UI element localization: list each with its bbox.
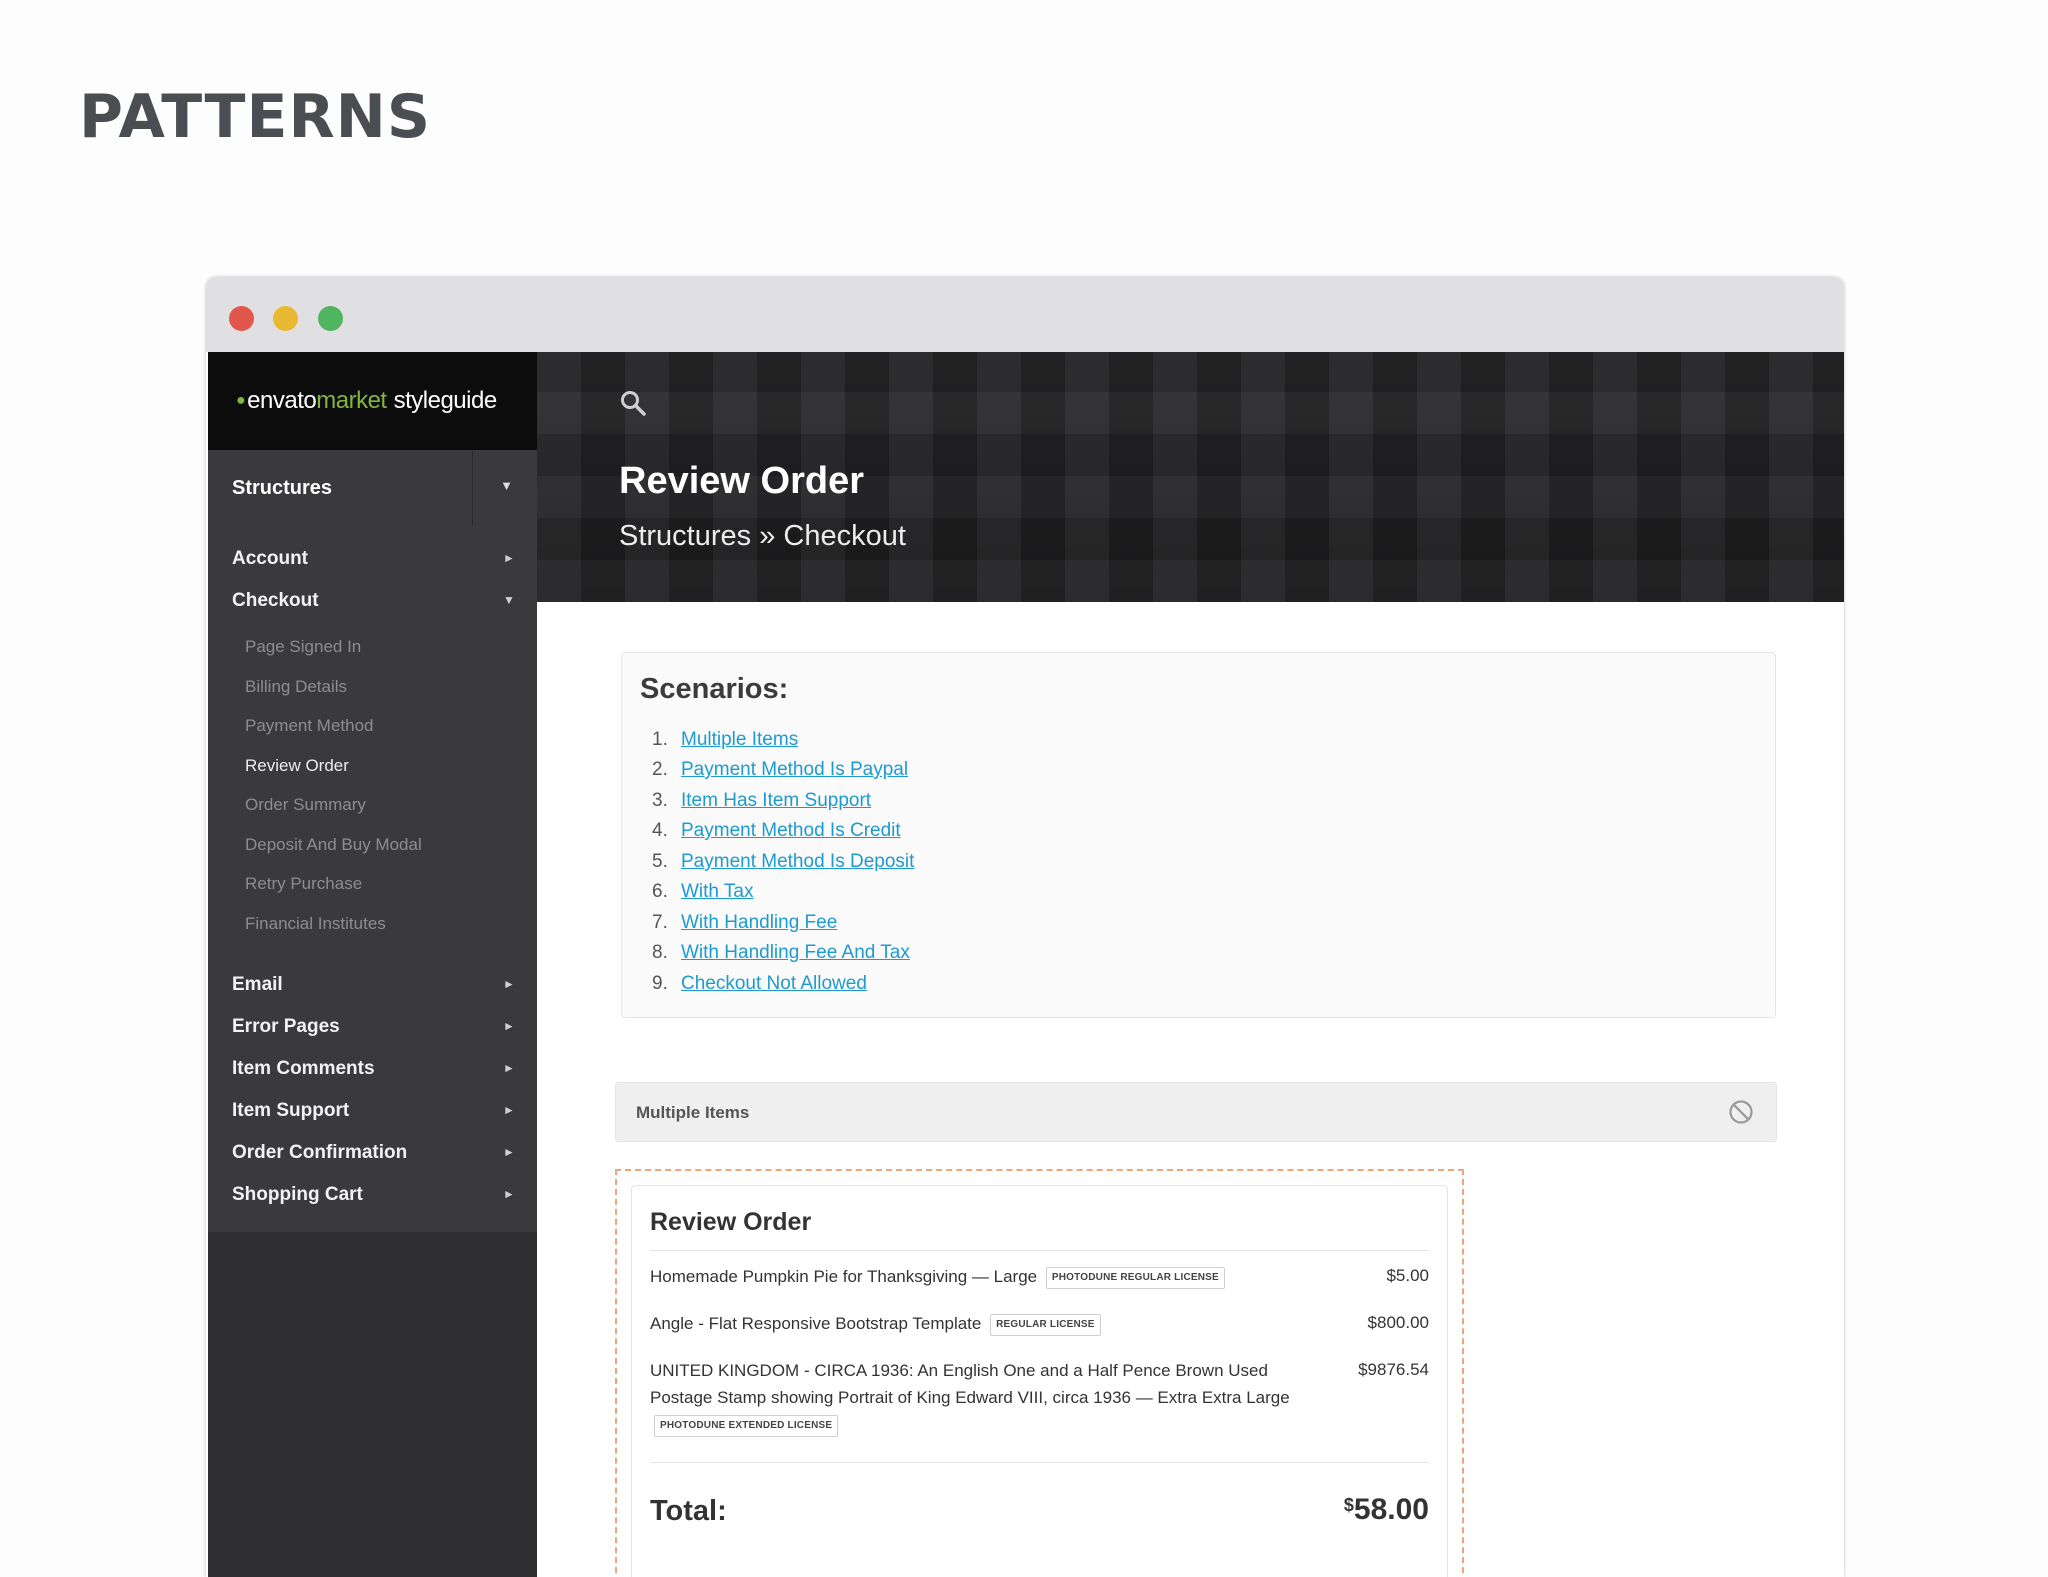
scenario-link-item-support[interactable]: Item Has Item Support bbox=[681, 790, 871, 811]
window-titlebar bbox=[206, 277, 1844, 352]
item-name: Angle - Flat Responsive Bootstrap Templa… bbox=[650, 1314, 982, 1333]
chevron-right-icon: ► bbox=[503, 977, 515, 991]
section-label: Structures bbox=[232, 477, 333, 499]
item-name: UNITED KINGDOM - CIRCA 1936: An English … bbox=[650, 1361, 1290, 1407]
order-line-item: UNITED KINGDOM - CIRCA 1936: An English … bbox=[650, 1357, 1300, 1438]
scenario-number: 4. bbox=[652, 820, 668, 841]
sidebar-item-account[interactable]: Account bbox=[232, 548, 308, 570]
order-line-item: Angle - Flat Responsive Bootstrap Templa… bbox=[650, 1310, 1300, 1337]
breadcrumb: Structures » Checkout bbox=[619, 520, 906, 552]
chevron-right-icon: ► bbox=[503, 1061, 515, 1075]
sidebar-subitem-deposit-and-buy-modal[interactable]: Deposit And Buy Modal bbox=[245, 835, 422, 855]
sidebar: ● envato market styleguide Structures ▼ … bbox=[208, 352, 537, 1577]
chevron-right-icon: ► bbox=[503, 1103, 515, 1117]
example-preview-frame: Review Order Homemade Pumpkin Pie for Th… bbox=[615, 1169, 1464, 1577]
scenario-link-payment-deposit[interactable]: Payment Method Is Deposit bbox=[681, 851, 914, 872]
scenario-number: 7. bbox=[652, 912, 668, 933]
scenario-link-payment-credit[interactable]: Payment Method Is Credit bbox=[681, 820, 901, 841]
total-value: 58.00 bbox=[1353, 1493, 1429, 1526]
chevron-down-icon: ▼ bbox=[503, 593, 515, 607]
scenario-item: 8. With Handling Fee And Tax bbox=[652, 942, 910, 964]
item-price: $800.00 bbox=[1367, 1313, 1429, 1332]
total-label: Total: bbox=[650, 1495, 727, 1527]
sidebar-item-shopping-cart[interactable]: Shopping Cart bbox=[232, 1184, 363, 1206]
sidebar-item-item-support[interactable]: Item Support bbox=[232, 1100, 349, 1122]
license-badge: PHOTODUNE REGULAR LICENSE bbox=[1045, 1266, 1225, 1289]
scenario-number: 6. bbox=[652, 881, 668, 902]
brand-styleguide: styleguide bbox=[393, 387, 498, 414]
example-header[interactable]: Multiple Items bbox=[615, 1082, 1777, 1142]
sidebar-subitem-review-order[interactable]: Review Order bbox=[245, 756, 349, 776]
scenarios-panel: Scenarios: 1. Multiple Items 2. Payment Me… bbox=[621, 652, 1776, 1018]
scenario-item: 6. With Tax bbox=[652, 881, 754, 903]
scenario-number: 3. bbox=[652, 790, 668, 811]
license-badge: REGULAR LICENSE bbox=[990, 1313, 1101, 1336]
chevron-right-icon: ► bbox=[503, 1145, 515, 1159]
search-icon[interactable] bbox=[619, 389, 647, 417]
license-badge: PHOTODUNE EXTENDED LICENSE bbox=[654, 1414, 839, 1437]
scenario-item: 3. Item Has Item Support bbox=[652, 790, 871, 812]
item-name: Homemade Pumpkin Pie for Thanksgiving — … bbox=[650, 1267, 1038, 1286]
total-currency: $ bbox=[1343, 1495, 1354, 1515]
chevron-right-icon: ► bbox=[503, 551, 515, 565]
sidebar-item-item-comments[interactable]: Item Comments bbox=[232, 1058, 375, 1080]
leaf-icon: ● bbox=[236, 392, 246, 409]
section-divider bbox=[472, 450, 473, 526]
sidebar-subitem-payment-method[interactable]: Payment Method bbox=[245, 716, 374, 736]
scenario-link-payment-paypal[interactable]: Payment Method Is Paypal bbox=[681, 759, 908, 780]
sidebar-footer-area bbox=[208, 1232, 537, 1577]
scenario-link-checkout-not-allowed[interactable]: Checkout Not Allowed bbox=[681, 973, 867, 994]
scenario-number: 5. bbox=[652, 851, 668, 872]
scenario-number: 1. bbox=[652, 729, 668, 750]
sidebar-item-error-pages[interactable]: Error Pages bbox=[232, 1016, 340, 1038]
browser-window: ● envato market styleguide Structures ▼ … bbox=[206, 277, 1844, 1577]
scenario-item: 7. With Handling Fee bbox=[652, 912, 837, 934]
sidebar-item-email[interactable]: Email bbox=[232, 974, 283, 996]
sidebar-item-checkout[interactable]: Checkout bbox=[232, 590, 319, 612]
sidebar-subitem-page-signed-in[interactable]: Page Signed In bbox=[245, 637, 361, 657]
brand-market: market bbox=[316, 387, 387, 414]
section-dropdown[interactable]: Structures ▼ bbox=[208, 450, 537, 527]
sidebar-subitem-order-summary[interactable]: Order Summary bbox=[245, 795, 366, 815]
item-price: $9876.54 bbox=[1358, 1360, 1429, 1379]
close-window-button[interactable] bbox=[229, 306, 254, 331]
slide-title: PATTERNS bbox=[79, 82, 432, 152]
divider bbox=[650, 1462, 1429, 1463]
scenario-number: 8. bbox=[652, 942, 668, 963]
scenario-item: 9. Checkout Not Allowed bbox=[652, 973, 867, 995]
chevron-right-icon: ► bbox=[503, 1019, 515, 1033]
scenario-link-multiple-items[interactable]: Multiple Items bbox=[681, 729, 798, 750]
scenario-item: 1. Multiple Items bbox=[652, 729, 798, 751]
ban-icon[interactable] bbox=[1728, 1099, 1754, 1125]
scenario-number: 9. bbox=[652, 973, 668, 994]
review-order-title: Review Order bbox=[650, 1208, 812, 1236]
page-title: Review Order bbox=[619, 460, 864, 502]
divider bbox=[650, 1250, 1429, 1251]
scenarios-heading: Scenarios: bbox=[640, 673, 789, 705]
brand-logo[interactable]: ● envato market styleguide bbox=[208, 352, 537, 450]
order-line-item: Homemade Pumpkin Pie for Thanksgiving — … bbox=[650, 1263, 1300, 1290]
sidebar-item-order-confirmation[interactable]: Order Confirmation bbox=[232, 1142, 407, 1164]
main-content: Scenarios: 1. Multiple Items 2. Payment Me… bbox=[537, 602, 1844, 1577]
maximize-window-button[interactable] bbox=[318, 306, 343, 331]
chevron-down-icon: ▼ bbox=[500, 478, 513, 493]
scenario-link-handling-fee[interactable]: With Handling Fee bbox=[681, 912, 837, 933]
page-header: Review Order Structures » Checkout bbox=[537, 352, 1844, 602]
sidebar-subitem-financial-institutes[interactable]: Financial Institutes bbox=[245, 914, 386, 934]
minimize-window-button[interactable] bbox=[273, 306, 298, 331]
total-amount: $58.00 bbox=[1344, 1493, 1429, 1527]
scenario-item: 4. Payment Method Is Credit bbox=[652, 820, 901, 842]
scenario-link-with-tax[interactable]: With Tax bbox=[681, 881, 754, 902]
brand-envato: envato bbox=[247, 387, 317, 414]
item-price: $5.00 bbox=[1386, 1266, 1429, 1285]
review-order-card: Review Order Homemade Pumpkin Pie for Th… bbox=[631, 1185, 1448, 1577]
scenario-item: 2. Payment Method Is Paypal bbox=[652, 759, 908, 781]
sidebar-subitem-billing-details[interactable]: Billing Details bbox=[245, 677, 347, 697]
scenario-link-handling-fee-and-tax[interactable]: With Handling Fee And Tax bbox=[681, 942, 910, 963]
example-label: Multiple Items bbox=[636, 1103, 750, 1122]
scenario-number: 2. bbox=[652, 759, 668, 780]
chevron-right-icon: ► bbox=[503, 1187, 515, 1201]
scenario-item: 5. Payment Method Is Deposit bbox=[652, 851, 914, 873]
sidebar-subitem-retry-purchase[interactable]: Retry Purchase bbox=[245, 874, 362, 894]
